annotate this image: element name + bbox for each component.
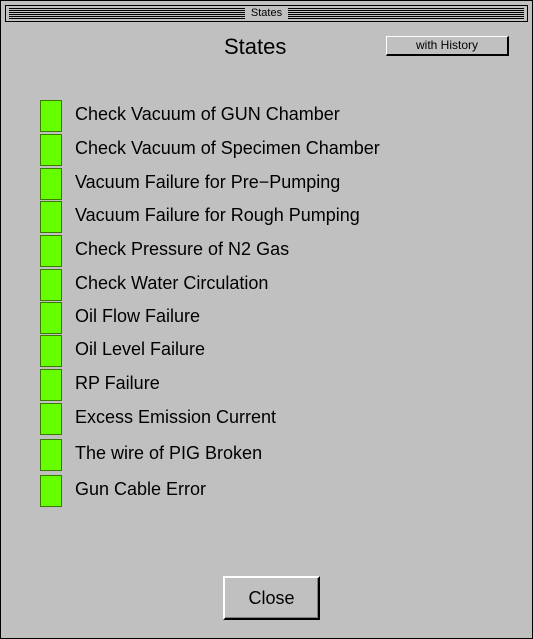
with-history-button[interactable]: with History <box>386 36 509 56</box>
status-indicator <box>40 168 62 200</box>
state-label: Oil Level Failure <box>75 339 206 359</box>
status-indicator <box>40 439 62 471</box>
state-label: Vacuum Failure for Pre−Pumping <box>75 172 341 192</box>
close-button[interactable]: Close <box>223 576 320 620</box>
state-label: Check Vacuum of Specimen Chamber <box>75 138 380 158</box>
status-indicator <box>40 335 62 367</box>
status-indicator <box>40 369 62 401</box>
state-label: Check Water Circulation <box>75 273 269 293</box>
window-titlebar[interactable]: States <box>5 5 528 22</box>
state-label: Excess Emission Current <box>75 407 277 427</box>
status-indicator <box>40 100 62 132</box>
state-label: Vacuum Failure for Rough Pumping <box>75 205 360 225</box>
titlebar-stripes-right <box>288 8 524 19</box>
state-label: Oil Flow Failure <box>75 306 201 326</box>
state-label: Gun Cable Error <box>75 479 207 499</box>
status-indicator <box>40 269 62 301</box>
status-indicator <box>40 475 62 507</box>
state-label: RP Failure <box>75 373 160 393</box>
status-indicator <box>40 134 62 166</box>
status-indicator <box>40 302 62 334</box>
titlebar-stripes-left <box>9 8 245 19</box>
status-indicator <box>40 403 62 435</box>
status-indicator <box>40 235 62 267</box>
window-title: States <box>247 7 286 20</box>
state-label: The wire of PIG Broken <box>75 443 263 463</box>
state-label: Check Vacuum of GUN Chamber <box>75 104 340 124</box>
status-indicator <box>40 201 62 233</box>
page-title: States <box>224 34 287 59</box>
state-label: Check Pressure of N2 Gas <box>75 239 290 259</box>
